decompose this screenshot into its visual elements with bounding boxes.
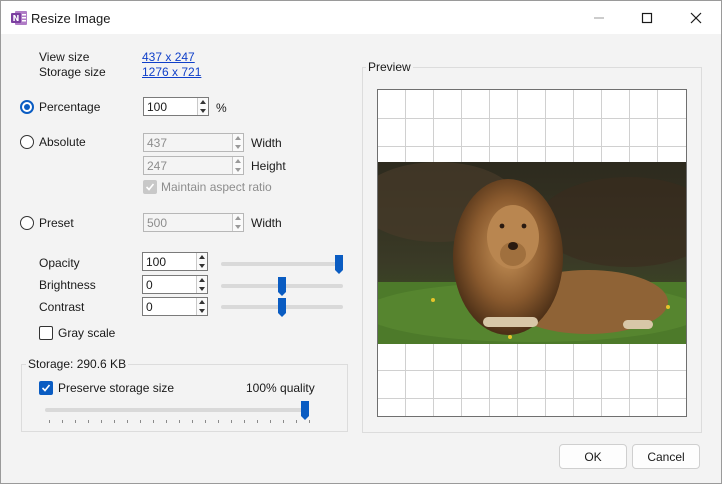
view-size-label: View size [39, 50, 90, 64]
spinner-arrows-icon[interactable] [196, 298, 207, 315]
maintain-aspect-checkbox[interactable] [143, 180, 157, 194]
slider-tick [231, 420, 232, 423]
slider-tick [127, 420, 128, 423]
brightness-label: Brightness [39, 278, 96, 292]
absolute-width-value: 437 [147, 136, 168, 150]
storage-group-title: Storage: 290.6 KB [26, 357, 129, 371]
window-title: Resize Image [31, 11, 111, 26]
contrast-spinner[interactable]: 0 [142, 297, 208, 316]
percentage-label: Percentage [39, 100, 101, 114]
close-button[interactable] [673, 1, 719, 34]
cancel-button[interactable]: Cancel [632, 444, 700, 469]
opacity-value: 100 [146, 255, 167, 269]
slider-tick [270, 420, 271, 423]
onenote-app-icon: N [11, 11, 27, 25]
contrast-slider-thumb[interactable] [278, 298, 286, 317]
slider-tick [88, 420, 89, 423]
absolute-height-label: Height [251, 159, 286, 173]
slider-tick [166, 420, 167, 423]
slider-tick [101, 420, 102, 423]
spinner-arrows-icon[interactable] [232, 214, 243, 231]
title-bar[interactable]: N Resize Image [1, 1, 721, 34]
slider-tick [114, 420, 115, 423]
slider-tick [75, 420, 76, 423]
preserve-storage-checkbox[interactable] [39, 381, 53, 395]
percentage-radio[interactable] [20, 100, 34, 114]
percentage-spinner[interactable]: 100 [143, 97, 209, 116]
absolute-height-spinner[interactable]: 247 [143, 156, 244, 175]
grayscale-label: Gray scale [58, 326, 116, 340]
preset-label: Preset [39, 216, 74, 230]
slider-tick [244, 420, 245, 423]
contrast-value: 0 [146, 300, 153, 314]
maximize-icon [641, 12, 653, 23]
contrast-label: Contrast [39, 300, 85, 314]
preserve-storage-label: Preserve storage size [58, 381, 175, 395]
percent-unit: % [216, 101, 227, 115]
slider-tick [283, 420, 284, 423]
svg-text:N: N [13, 14, 20, 23]
opacity-label: Opacity [39, 256, 80, 270]
brightness-slider-thumb[interactable] [278, 277, 286, 296]
grayscale-checkbox[interactable] [39, 326, 53, 340]
preset-spinner[interactable]: 500 [143, 213, 244, 232]
minimize-icon [594, 17, 604, 18]
spinner-arrows-icon[interactable] [232, 134, 243, 151]
quality-slider-thumb[interactable] [301, 401, 309, 420]
opacity-spinner[interactable]: 100 [142, 252, 208, 271]
brightness-value: 0 [146, 278, 153, 292]
slider-tick [257, 420, 258, 423]
preset-radio[interactable] [20, 216, 34, 230]
brightness-spinner[interactable]: 0 [142, 275, 208, 294]
checkmark-icon [41, 384, 51, 392]
absolute-width-label: Width [251, 136, 282, 150]
opacity-slider-track[interactable] [221, 262, 343, 266]
slider-tick [153, 420, 154, 423]
slider-tick [296, 420, 297, 423]
view-size-link[interactable]: 437 x 247 [142, 50, 195, 64]
quality-label: 100% quality [246, 381, 315, 395]
maintain-aspect-label: Maintain aspect ratio [161, 180, 272, 194]
slider-tick [62, 420, 63, 423]
close-icon [690, 12, 702, 23]
checkmark-icon [145, 183, 155, 191]
percentage-value: 100 [147, 100, 168, 114]
quality-slider-ticks [49, 420, 310, 423]
preset-width-label: Width [251, 216, 282, 230]
maximize-button[interactable] [624, 1, 670, 34]
absolute-height-value: 247 [147, 159, 168, 173]
slider-tick [179, 420, 180, 423]
preview-canvas [377, 89, 687, 417]
preset-value: 500 [147, 216, 168, 230]
spinner-arrows-icon[interactable] [197, 98, 208, 115]
slider-tick [49, 420, 50, 423]
quality-slider-track[interactable] [45, 408, 309, 412]
absolute-width-spinner[interactable]: 437 [143, 133, 244, 152]
slider-tick [140, 420, 141, 423]
storage-size-label: Storage size [39, 65, 106, 79]
spinner-arrows-icon[interactable] [196, 253, 207, 270]
lion-photo-image [378, 162, 686, 344]
slider-tick [218, 420, 219, 423]
spinner-arrows-icon[interactable] [232, 157, 243, 174]
ok-button[interactable]: OK [559, 444, 627, 469]
slider-tick [309, 420, 310, 423]
absolute-radio[interactable] [20, 135, 34, 149]
storage-size-link[interactable]: 1276 x 721 [142, 65, 201, 79]
minimize-button[interactable] [576, 1, 622, 34]
resize-image-dialog: N Resize Image View size 437 x 247 Stora… [0, 0, 722, 484]
spinner-arrows-icon[interactable] [196, 276, 207, 293]
slider-tick [192, 420, 193, 423]
preview-group-title: Preview [366, 60, 413, 74]
opacity-slider-thumb[interactable] [335, 255, 343, 274]
absolute-label: Absolute [39, 135, 86, 149]
slider-tick [205, 420, 206, 423]
